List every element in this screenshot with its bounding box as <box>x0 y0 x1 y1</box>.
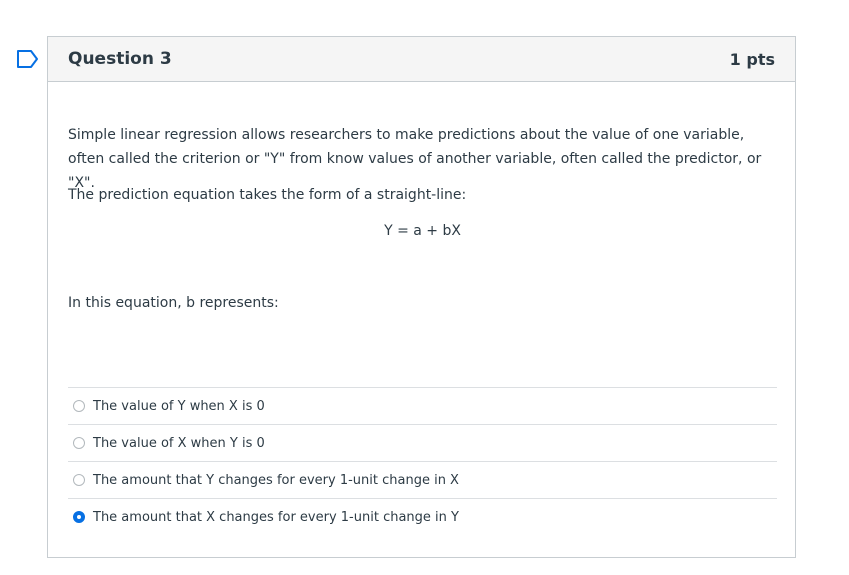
question-points: 1 pts <box>729 49 775 69</box>
flag-question-icon[interactable] <box>16 50 40 68</box>
answer-option[interactable]: The amount that Y changes for every 1-un… <box>68 461 777 498</box>
question-title: Question 3 <box>68 49 172 69</box>
regression-equation: Y = a + bX <box>384 223 461 239</box>
answer-option[interactable]: The value of Y when X is 0 <box>68 387 777 424</box>
radio-button[interactable] <box>73 511 85 523</box>
question-prompt: In this equation, b represents: <box>68 295 279 311</box>
answer-label[interactable]: The value of X when Y is 0 <box>93 436 265 451</box>
answer-option[interactable]: The value of X when Y is 0 <box>68 424 777 461</box>
question-paragraph-2: The prediction equation takes the form o… <box>68 187 467 203</box>
answer-label[interactable]: The amount that X changes for every 1-un… <box>93 510 459 525</box>
answer-label[interactable]: The value of Y when X is 0 <box>93 399 265 414</box>
answer-option[interactable]: The amount that X changes for every 1-un… <box>68 498 777 535</box>
question-card: Question 3 1 pts Simple linear regressio… <box>47 36 796 558</box>
radio-button[interactable] <box>73 437 85 449</box>
radio-button[interactable] <box>73 474 85 486</box>
answer-label[interactable]: The amount that Y changes for every 1-un… <box>93 473 459 488</box>
radio-button[interactable] <box>73 400 85 412</box>
answer-list: The value of Y when X is 0 The value of … <box>68 387 777 535</box>
question-header: Question 3 1 pts <box>48 37 795 82</box>
